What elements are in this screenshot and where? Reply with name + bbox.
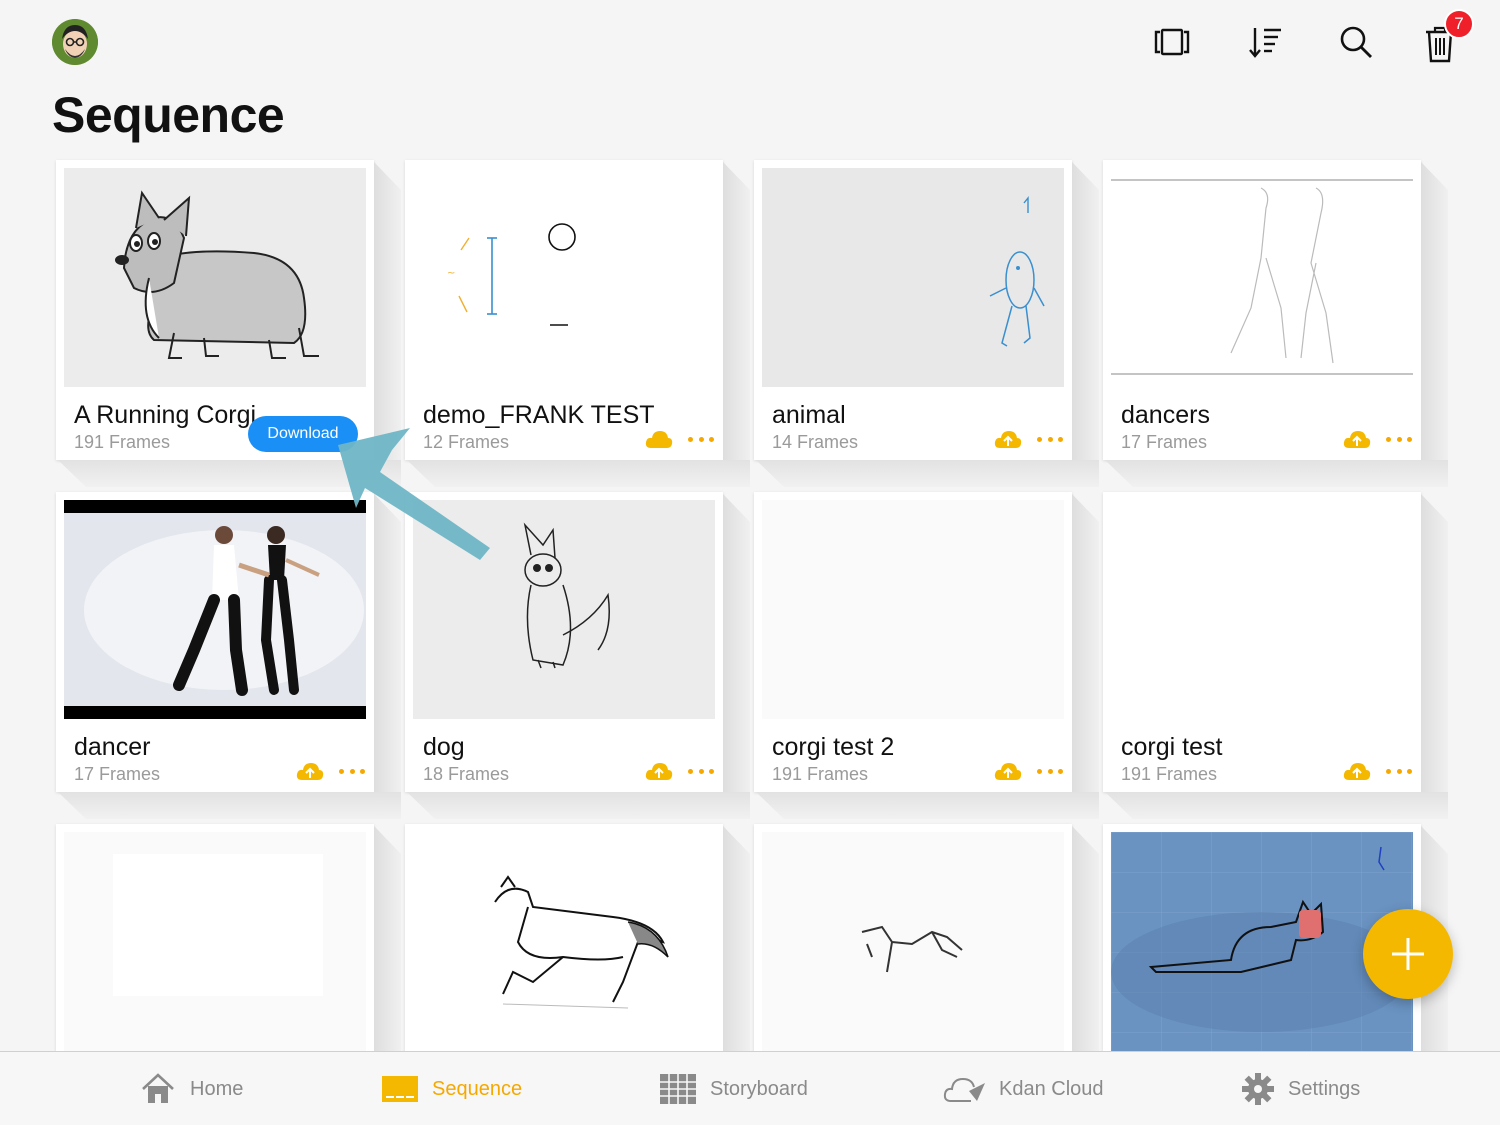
- sequence-card-corgi-test[interactable]: corgi test 191 Frames: [1103, 492, 1448, 819]
- tab-label: Settings: [1288, 1077, 1361, 1100]
- home-icon: [142, 1073, 174, 1103]
- sequence-icon: [382, 1076, 418, 1102]
- thumbnail: [64, 500, 366, 719]
- cloud-upload-icon[interactable]: [1343, 760, 1371, 782]
- card-frame-count: 191 Frames: [772, 764, 869, 784]
- sequence-card-animal[interactable]: animal 14 Frames: [754, 160, 1099, 487]
- card-title: A Running Corgi: [74, 401, 257, 429]
- thumbnail: [762, 500, 1064, 719]
- storyboard-grid-icon: [660, 1074, 696, 1104]
- add-sequence-button[interactable]: [1363, 909, 1453, 999]
- cloud-synced-icon[interactable]: [645, 428, 673, 450]
- page-title: Sequence: [52, 87, 285, 143]
- user-avatar[interactable]: [52, 19, 98, 65]
- tab-sequence[interactable]: Sequence: [382, 1052, 522, 1125]
- card-title: dancers: [1121, 401, 1210, 429]
- card-frame-count: 191 Frames: [74, 432, 171, 452]
- svg-text:~: ~: [447, 268, 455, 279]
- kdan-cloud-icon: [943, 1077, 985, 1102]
- more-options-icon[interactable]: [1386, 760, 1412, 782]
- card-frame-count: 18 Frames: [423, 764, 510, 784]
- tab-label: Home: [190, 1077, 244, 1100]
- sequence-card-demo-frank-test[interactable]: ~ demo_FRANK TEST 12 Frames: [405, 160, 750, 487]
- more-options-icon[interactable]: [1037, 760, 1063, 782]
- more-options-icon[interactable]: [1386, 428, 1412, 450]
- sequence-card-dog[interactable]: dog 18 Frames: [405, 492, 750, 819]
- more-options-icon[interactable]: [688, 428, 714, 450]
- thumbnail: [1111, 168, 1413, 387]
- tab-label: Storyboard: [710, 1077, 808, 1100]
- cloud-upload-icon[interactable]: [994, 760, 1022, 782]
- cloud-upload-icon[interactable]: [1343, 428, 1371, 450]
- cloud-upload-icon[interactable]: [994, 428, 1022, 450]
- thumbnail: [413, 832, 715, 1051]
- plus-icon: [1392, 938, 1424, 970]
- tab-label: Sequence: [432, 1077, 523, 1100]
- more-options-icon[interactable]: [339, 760, 365, 782]
- tab-kdan-cloud[interactable]: Kdan Cloud: [943, 1052, 1104, 1125]
- thumbnail: [762, 168, 1064, 387]
- tab-settings[interactable]: Settings: [1242, 1052, 1360, 1125]
- card-title: corgi test 2: [772, 733, 895, 761]
- card-title: dog: [423, 733, 465, 761]
- thumbnail: [762, 832, 1064, 1051]
- card-frame-count: 17 Frames: [1121, 432, 1208, 452]
- sequence-card-a-running-corgi[interactable]: A Running Corgi 191 Frames Download: [56, 160, 401, 487]
- sequence-card-corgi-test-2[interactable]: corgi test 2 191 Frames: [754, 492, 1099, 819]
- download-button[interactable]: Download: [248, 416, 358, 452]
- thumbnail: [413, 500, 715, 719]
- card-frame-count: 191 Frames: [1121, 764, 1218, 784]
- view-mode-icon[interactable]: [1150, 20, 1194, 64]
- card-frame-count: 14 Frames: [772, 432, 859, 452]
- trash-count-badge: 7: [1444, 9, 1474, 39]
- thumbnail: [1111, 500, 1413, 719]
- cloud-upload-icon[interactable]: [645, 760, 673, 782]
- more-options-icon[interactable]: [688, 760, 714, 782]
- search-icon[interactable]: [1334, 20, 1378, 64]
- card-frame-count: 17 Frames: [74, 764, 161, 784]
- tab-home[interactable]: Home: [140, 1052, 243, 1125]
- gear-icon: [1242, 1073, 1274, 1105]
- thumbnail: ~: [413, 168, 715, 387]
- more-options-icon[interactable]: [1037, 428, 1063, 450]
- card-title: dancer: [74, 733, 151, 761]
- sequence-card-dancers[interactable]: dancers 17 Frames: [1103, 160, 1448, 487]
- sequence-card-dancer[interactable]: dancer 17 Frames: [56, 492, 401, 819]
- card-title: animal: [772, 401, 846, 429]
- card-frame-count: 12 Frames: [423, 432, 510, 452]
- thumbnail: [64, 168, 366, 387]
- cloud-upload-icon[interactable]: [296, 760, 324, 782]
- card-title: demo_FRANK TEST: [423, 401, 655, 429]
- sort-icon[interactable]: [1244, 20, 1288, 64]
- tab-storyboard[interactable]: Storyboard: [660, 1052, 808, 1125]
- thumbnail: [64, 832, 366, 1051]
- tab-label: Kdan Cloud: [999, 1077, 1104, 1100]
- tab-bar: Home Sequence Storyboard Kdan Cloud Sett…: [0, 1051, 1500, 1125]
- card-title: corgi test: [1121, 733, 1223, 761]
